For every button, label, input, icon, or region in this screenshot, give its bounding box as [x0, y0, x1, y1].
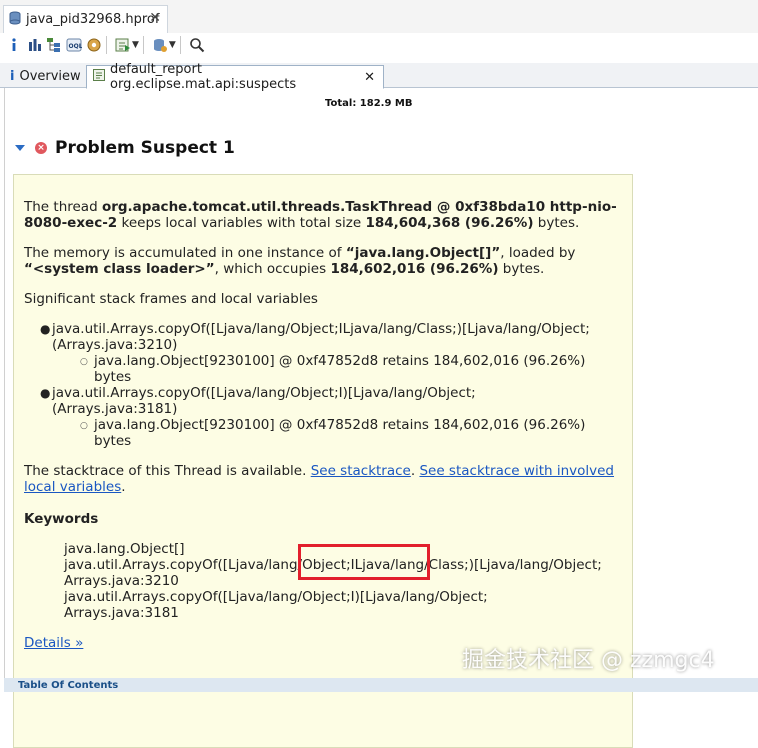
occupied-size: 184,602,016 (96.26%) [330, 261, 499, 277]
text: bytes. [533, 215, 580, 231]
watermark: 掘金技术社区 @ zzmgc4 [462, 648, 715, 673]
class-loader: “<system class loader>” [24, 261, 215, 277]
close-icon[interactable]: ✕ [149, 10, 161, 26]
class-name: “java.lang.Object[]” [345, 245, 501, 261]
text: bytes. [498, 261, 545, 277]
thread-overview-icon[interactable] [86, 35, 102, 55]
close-icon[interactable]: ✕ [364, 70, 375, 85]
bullet: ○ [80, 357, 88, 367]
local-variable: java.lang.Object[9230100] @ 0xf47852d8 r… [94, 417, 614, 449]
bullet: ● [40, 386, 51, 400]
total-size: Total: 182.9 MB [325, 98, 413, 109]
frame-location: (Arrays.java:3210) [52, 337, 178, 353]
expand-twisty-icon[interactable] [15, 145, 25, 151]
tab-overview[interactable]: i Overview [4, 65, 84, 87]
heap-dump-details-icon[interactable] [152, 35, 168, 55]
frame-location: (Arrays.java:3181) [52, 401, 178, 417]
text: keeps local variables with total size [117, 215, 366, 231]
svg-text:OQL: OQL [69, 43, 83, 50]
chevron-down-icon[interactable]: ▼ [132, 40, 139, 50]
info-icon[interactable] [10, 35, 18, 55]
see-stacktrace-with-vars-link[interactable]: See stacktrace with involved [419, 463, 614, 479]
highlight-annotation [298, 544, 430, 580]
tab-overview-label: Overview [19, 68, 81, 84]
keyword: java.util.Arrays.copyOf([Ljava/lang/Obje… [64, 589, 488, 605]
report-icon [93, 69, 105, 85]
keyword: Arrays.java:3181 [64, 605, 179, 621]
toolbar-separator [142, 36, 144, 54]
local-variable-unit: bytes [94, 433, 132, 449]
stack-frame: java.util.Arrays.copyOf([Ljava/lang/Obje… [52, 321, 622, 353]
text: The stacktrace of this Thread is availab… [24, 463, 311, 479]
local-variable-unit: bytes [94, 369, 132, 385]
chevron-down-icon[interactable]: ▼ [169, 40, 176, 50]
details-link[interactable]: Details » [24, 635, 83, 651]
bullet: ● [40, 322, 51, 336]
dominator-tree-icon[interactable] [46, 35, 62, 55]
frames-heading: Significant stack frames and local varia… [24, 291, 318, 307]
frame-method: java.util.Arrays.copyOf([Ljava/lang/Obje… [52, 385, 476, 401]
search-icon[interactable] [189, 35, 205, 55]
oql-icon[interactable]: OQL [66, 35, 82, 55]
suspect-title: Problem Suspect 1 [55, 138, 235, 158]
report-content: Total: 182.9 MB × Problem Suspect 1 The … [4, 88, 758, 748]
run-report-icon[interactable] [115, 35, 131, 55]
toc-label: Table Of Contents [18, 680, 119, 691]
tab-suspects-report[interactable]: default_report org.eclipse.mat.api:suspe… [86, 62, 384, 92]
toolbar: OQL ▼ ▼ [0, 33, 758, 57]
inner-tabbar: i Overview default_report org.eclipse.ma… [0, 62, 758, 92]
info-icon: i [10, 68, 15, 84]
text: . [121, 479, 126, 495]
suspect-header[interactable]: × Problem Suspect 1 [15, 138, 235, 158]
toolbar-separator [106, 36, 107, 54]
keywords-heading: Keywords [24, 511, 99, 527]
heap-dump-icon [9, 11, 21, 29]
local-variable: java.lang.Object[9230100] @ 0xf47852d8 r… [94, 353, 614, 385]
see-stacktrace-with-vars-link-cont[interactable]: local variables [24, 479, 121, 495]
error-icon: × [35, 142, 47, 154]
frame-method: java.util.Arrays.copyOf([Ljava/lang/Obje… [52, 321, 590, 337]
stacktrace-info: The stacktrace of this Thread is availab… [24, 463, 624, 495]
stack-frame: java.util.Arrays.copyOf([Ljava/lang/Obje… [52, 385, 622, 417]
editor-tab-title: java_pid32968.hprof [26, 12, 160, 27]
local-variable-text: java.lang.Object[9230100] @ 0xf47852d8 r… [94, 417, 586, 433]
text: The thread [24, 199, 102, 215]
table-of-contents-header[interactable]: Table Of Contents [4, 678, 758, 692]
histogram-icon[interactable] [28, 35, 42, 55]
toolbar-separator [179, 36, 181, 54]
see-stacktrace-link[interactable]: See stacktrace [311, 463, 411, 479]
retained-size: 184,604,368 (96.26%) [365, 215, 534, 231]
text: , loaded by [500, 245, 576, 261]
memory-accumulation: The memory is accumulated in one instanc… [24, 245, 624, 277]
text: , which occupies [214, 261, 331, 277]
suspect-description: The thread org.apache.tomcat.util.thread… [24, 199, 624, 231]
editor-tabbar: java_pid32968.hprof ✕ [0, 0, 758, 34]
text: The memory is accumulated in one instanc… [24, 245, 346, 261]
local-variable-text: java.lang.Object[9230100] @ 0xf47852d8 r… [94, 353, 586, 369]
bullet: ○ [80, 421, 88, 431]
editor-tab-heapdump[interactable]: java_pid32968.hprof ✕ [3, 5, 168, 33]
